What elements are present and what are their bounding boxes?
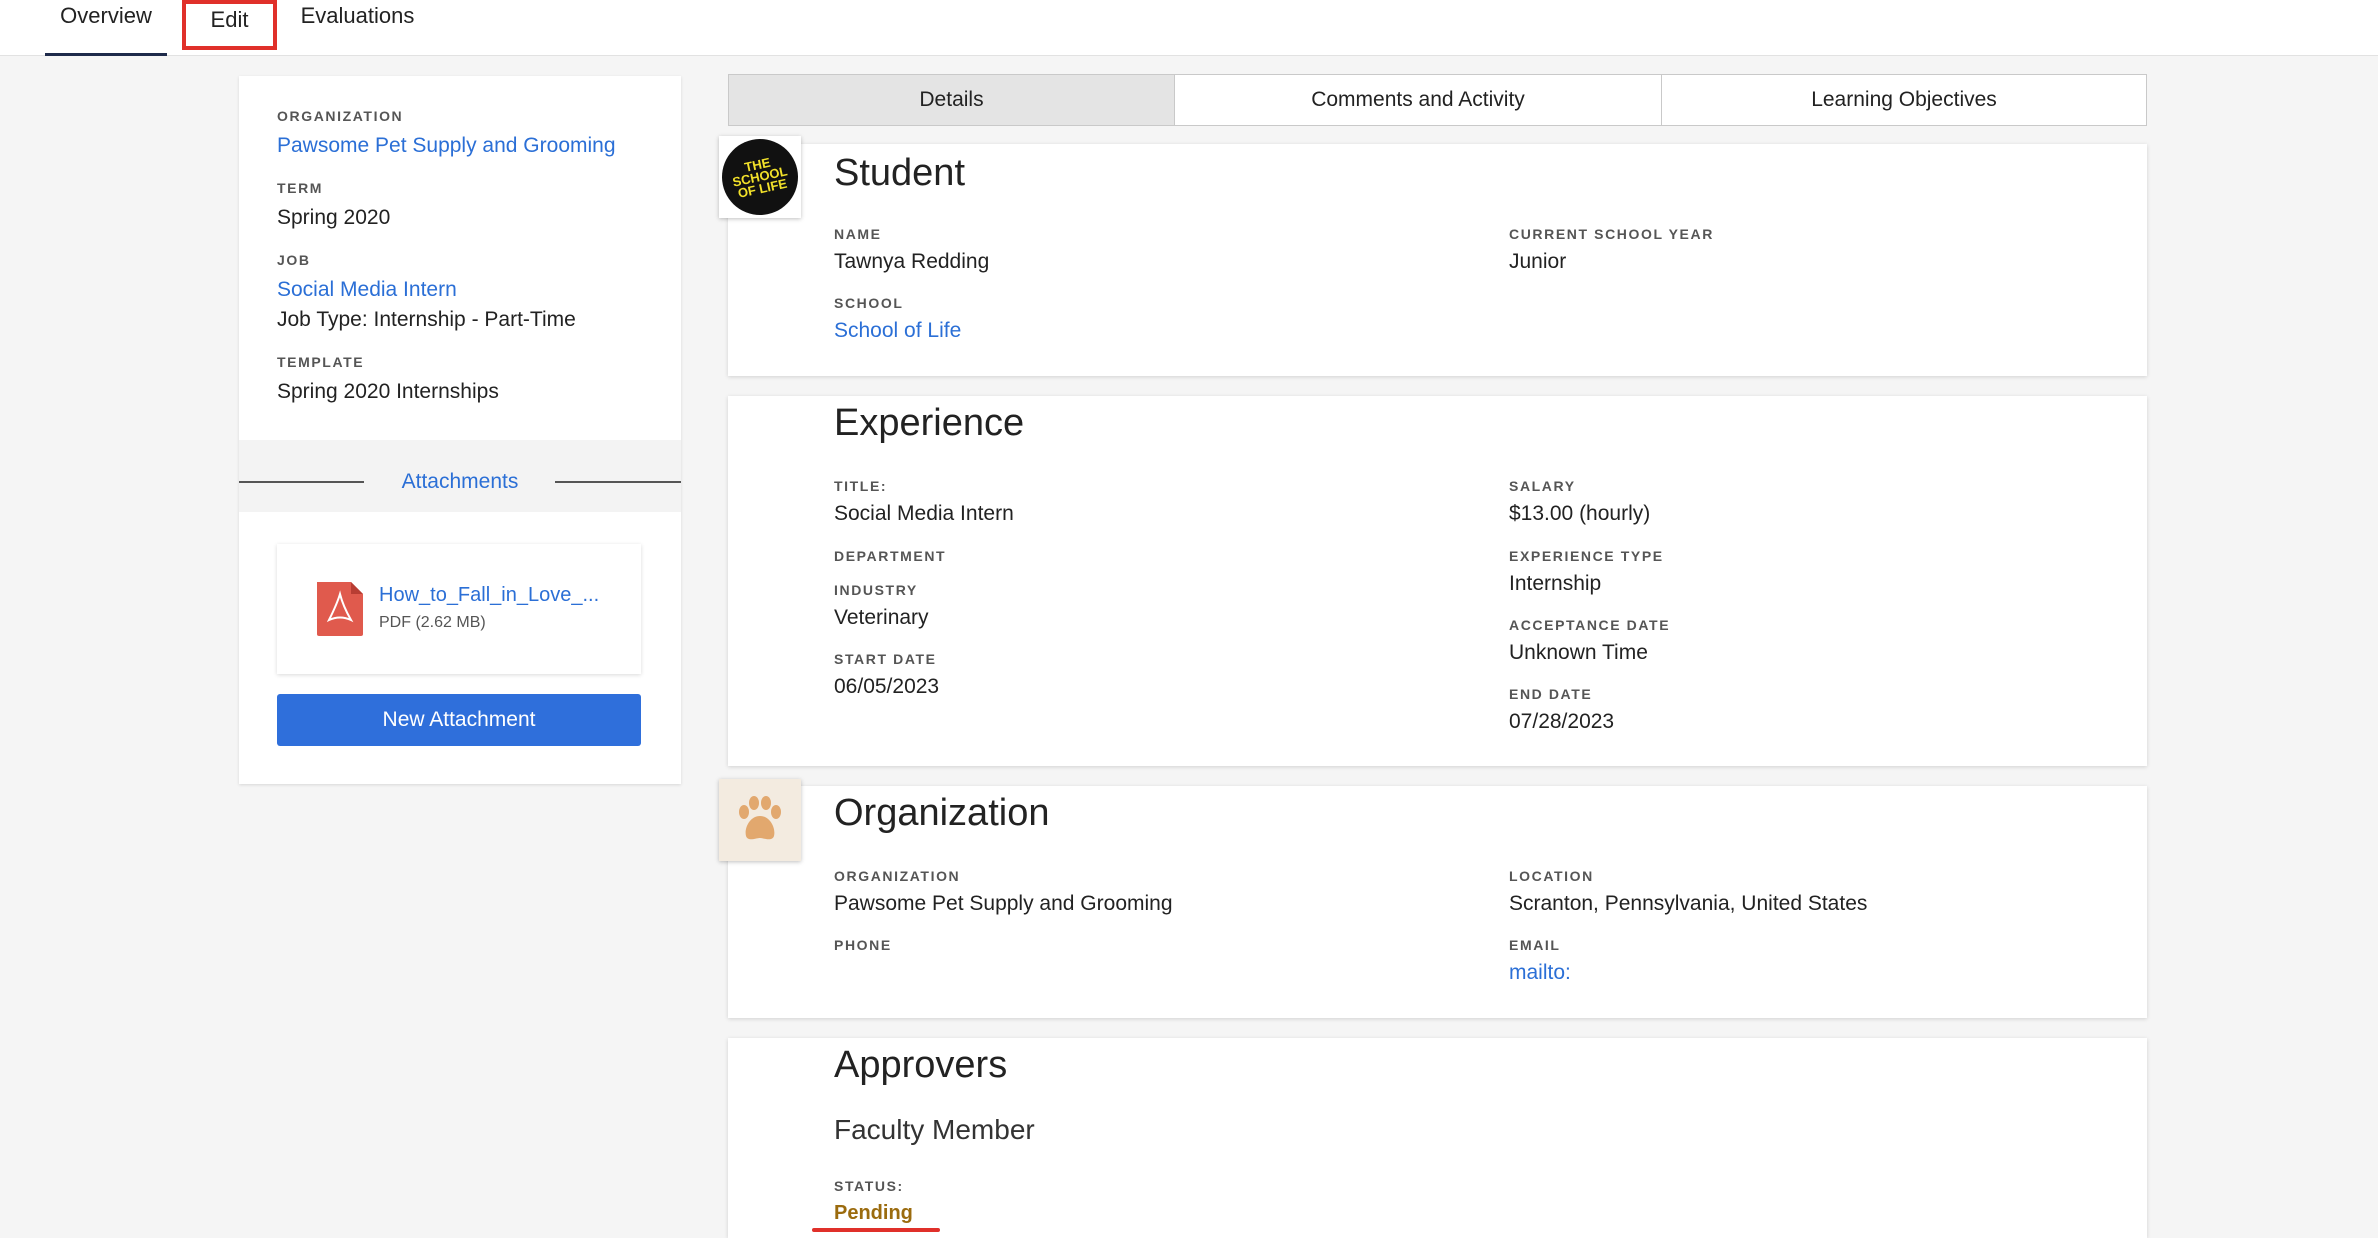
end-date-value: 07/28/2023 <box>1509 710 1615 733</box>
summary-panel: ORGANIZATION Pawsome Pet Supply and Groo… <box>239 76 681 784</box>
tab-evaluations-label: Evaluations <box>300 3 415 28</box>
phone-field: PHONE <box>834 937 892 953</box>
summary-info: ORGANIZATION Pawsome Pet Supply and Groo… <box>239 76 681 440</box>
org-name-field: ORGANIZATION Pawsome Pet Supply and Groo… <box>834 868 1173 916</box>
email-label: EMAIL <box>1509 937 1561 953</box>
email-field: EMAIL mailto: <box>1509 937 1571 985</box>
paw-icon <box>739 796 781 840</box>
location-field: LOCATION Scranton, Pennsylvania, United … <box>1509 868 1867 916</box>
attachment-card[interactable]: How_to_Fall_in_Love_... PDF (2.62 MB) <box>277 544 641 674</box>
template-label: TEMPLATE <box>277 354 365 370</box>
pdf-file-icon <box>317 582 363 636</box>
tab-edit-label: Edit <box>210 7 249 32</box>
end-date-label: END DATE <box>1509 686 1593 702</box>
school-label: SCHOOL <box>834 295 904 311</box>
experience-card: Experience TITLE: Social Media Intern SA… <box>728 396 2147 766</box>
organization-title: Organization <box>834 792 1050 834</box>
start-date-field: START DATE 06/05/2023 <box>834 651 939 699</box>
attachment-link[interactable]: How_to_Fall_in_Love_... <box>379 584 599 607</box>
tab-edit[interactable]: Edit <box>182 0 277 50</box>
experience-type-field: EXPERIENCE TYPE Internship <box>1509 548 1664 596</box>
location-label: LOCATION <box>1509 868 1594 884</box>
tab-learning-objectives[interactable]: Learning Objectives <box>1661 74 2147 126</box>
org-label: ORGANIZATION <box>277 108 404 124</box>
organization-card: Organization ORGANIZATION Pawsome Pet Su… <box>728 786 2147 1018</box>
approvers-title: Approvers <box>834 1044 1008 1086</box>
faculty-member-heading: Faculty Member <box>834 1114 1035 1145</box>
pending-highlight <box>812 1228 940 1232</box>
department-field: DEPARTMENT <box>834 548 946 564</box>
industry-field: INDUSTRY Veterinary <box>834 582 929 630</box>
organization-avatar <box>719 779 801 861</box>
school-year-label: CURRENT SCHOOL YEAR <box>1509 226 1714 242</box>
approvers-card: Approvers Faculty Member STATUS: Pending <box>728 1038 2147 1238</box>
salary-value: $13.00 (hourly) <box>1509 502 1651 525</box>
name-label: NAME <box>834 226 882 242</box>
department-label: DEPARTMENT <box>834 548 947 564</box>
new-attachment-button[interactable]: New Attachment <box>277 694 641 746</box>
job-type: Job Type: Internship - Part-Time <box>277 308 576 331</box>
attachment-meta: PDF (2.62 MB) <box>379 614 486 631</box>
experience-type-value: Internship <box>1509 572 1602 595</box>
school-of-life-logo: THE SCHOOL OF LIFE <box>714 131 806 223</box>
end-date-field: END DATE 07/28/2023 <box>1509 686 1614 734</box>
start-date-label: START DATE <box>834 651 937 667</box>
experience-title: Experience <box>834 402 1025 444</box>
job-title-value: Social Media Intern <box>834 502 1014 525</box>
term-label: TERM <box>277 180 324 196</box>
school-year-field: CURRENT SCHOOL YEAR Junior <box>1509 226 1714 274</box>
org-link[interactable]: Pawsome Pet Supply and Grooming <box>277 134 643 158</box>
industry-label: INDUSTRY <box>834 582 918 598</box>
school-year-value: Junior <box>1509 250 1567 273</box>
template-value: Spring 2020 Internships <box>277 380 499 403</box>
tab-details[interactable]: Details <box>728 74 1175 126</box>
email-link[interactable]: mailto: <box>1509 961 1571 985</box>
school-avatar: THE SCHOOL OF LIFE <box>714 131 806 223</box>
acceptance-date-field: ACCEPTANCE DATE Unknown Time <box>1509 617 1670 665</box>
salary-field: SALARY $13.00 (hourly) <box>1509 478 1650 526</box>
job-link[interactable]: Social Media Intern <box>277 278 643 302</box>
tab-overview[interactable]: Overview <box>45 0 167 56</box>
phone-label: PHONE <box>834 937 892 953</box>
acceptance-date-label: ACCEPTANCE DATE <box>1509 617 1671 633</box>
org-name-label: ORGANIZATION <box>834 868 961 884</box>
tab-overview-label: Overview <box>60 3 152 28</box>
status-field: STATUS: Pending <box>834 1178 913 1225</box>
student-title: Student <box>834 152 965 194</box>
job-title-field: TITLE: Social Media Intern <box>834 478 1014 526</box>
job-label: JOB <box>277 252 311 268</box>
school-field: SCHOOL School of Life <box>834 295 961 343</box>
top-nav: Overview Edit Evaluations <box>0 0 2378 56</box>
start-date-value: 06/05/2023 <box>834 675 940 698</box>
industry-value: Veterinary <box>834 606 929 629</box>
student-card: Student NAME Tawnya Redding CURRENT SCHO… <box>728 144 2147 376</box>
attachments-title[interactable]: Attachments <box>239 470 681 494</box>
salary-label: SALARY <box>1509 478 1576 494</box>
location-value: Scranton, Pennsylvania, United States <box>1509 892 1868 915</box>
school-link[interactable]: School of Life <box>834 319 961 343</box>
org-name-value: Pawsome Pet Supply and Grooming <box>834 892 1173 915</box>
name-field: NAME Tawnya Redding <box>834 226 989 274</box>
acceptance-date-value: Unknown Time <box>1509 641 1648 664</box>
detail-tabs: Details Comments and Activity Learning O… <box>728 74 2147 126</box>
status-label: STATUS: <box>834 1178 904 1194</box>
term-value: Spring 2020 <box>277 206 391 229</box>
status-badge: Pending <box>834 1202 913 1224</box>
tab-comments-activity[interactable]: Comments and Activity <box>1174 74 1662 126</box>
tab-evaluations[interactable]: Evaluations <box>285 0 430 56</box>
name-value: Tawnya Redding <box>834 250 990 273</box>
job-title-label: TITLE: <box>834 478 888 494</box>
experience-type-label: EXPERIENCE TYPE <box>1509 548 1664 564</box>
